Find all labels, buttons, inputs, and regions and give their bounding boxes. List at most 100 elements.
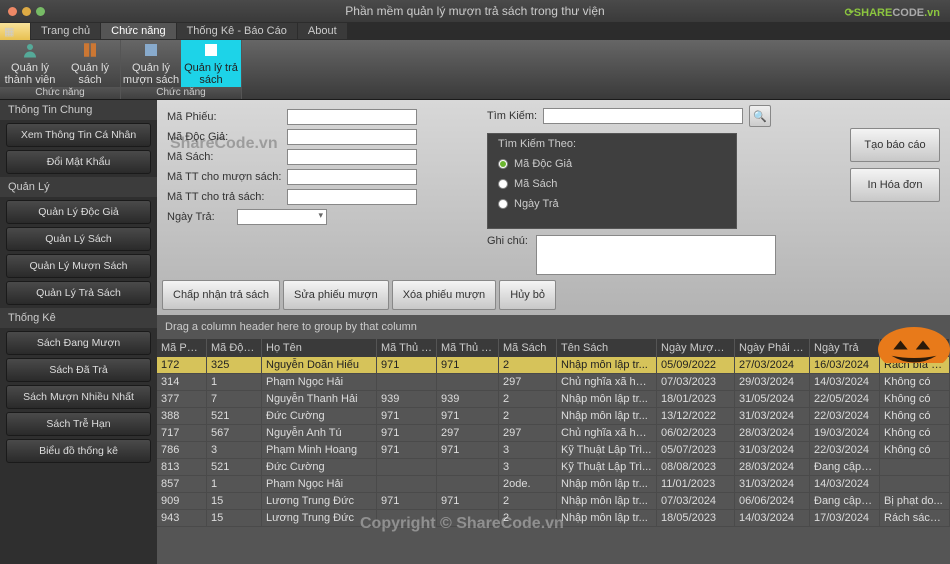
radio-ngay-tra[interactable]: Ngày Trả (498, 198, 726, 210)
grid-col-8[interactable]: Ngày Phải Trả (735, 339, 810, 357)
table-cell: 314 (157, 374, 207, 390)
sidebar-doi-mat-khau[interactable]: Đổi Mật Khẩu (6, 150, 151, 174)
input-ma-phieu[interactable] (287, 109, 417, 125)
table-cell: Nhập môn lập tr... (557, 476, 657, 492)
table-cell (377, 476, 437, 492)
grid-col-4[interactable]: Mã Thủ Th... (437, 339, 499, 357)
table-cell: 2 (499, 408, 557, 424)
tab-trang-chu[interactable]: Trang chủ (31, 23, 100, 39)
table-cell: 05/07/2023 (657, 442, 735, 458)
btn-tao-bao-cao[interactable]: Tạo báo cáo (850, 128, 940, 162)
table-cell: 31/03/2024 (735, 476, 810, 492)
btn-in-hoa-don[interactable]: In Hóa đơn (850, 168, 940, 202)
table-cell: 971 (437, 357, 499, 373)
table-row[interactable]: 388521Đức Cường9719712Nhập môn lập tr...… (157, 408, 950, 425)
label-ghi-chu: Ghi chú: (487, 235, 528, 275)
input-ma-doc-gia[interactable] (287, 129, 417, 145)
sidebar-sach-muon-nhieu[interactable]: Sách Mượn Nhiều Nhất (6, 385, 151, 409)
table-row[interactable]: 90915Lương Trung Đức9719712Nhập môn lập … (157, 493, 950, 510)
table-cell: 2 (499, 493, 557, 509)
tab-thong-ke[interactable]: Thống Kê - Báo Cáo (177, 23, 297, 39)
table-cell: 325 (207, 357, 262, 373)
table-row[interactable]: 172325Nguyễn Doãn Hiếu9719712Nhập môn lậ… (157, 357, 950, 374)
sidebar-head-thongke: Thống Kê (0, 308, 157, 328)
table-cell: Đức Cường (262, 408, 377, 424)
sidebar-ql-muon-sach[interactable]: Quản Lý Mượn Sách (6, 254, 151, 278)
grid-col-7[interactable]: Ngày Mượn Sách (657, 339, 735, 357)
table-row[interactable]: 8571Phạm Ngọc Hải2ode.Nhập môn lập tr...… (157, 476, 950, 493)
input-ngay-tra[interactable] (237, 209, 327, 225)
table-cell: 7 (207, 391, 262, 407)
table-cell (437, 459, 499, 475)
ribbon-quan-ly-tra-sach[interactable]: Quản lý trả sách (181, 40, 241, 87)
sidebar-sach-da-tra[interactable]: Sách Đã Trả (6, 358, 151, 382)
table-cell: Nhập môn lập tr... (557, 510, 657, 526)
table-cell: 29/03/2024 (735, 374, 810, 390)
input-tim-kiem[interactable] (543, 108, 743, 124)
input-ma-tt-tra[interactable] (287, 189, 417, 205)
sidebar-ql-doc-gia[interactable]: Quản Lý Độc Giả (6, 200, 151, 224)
table-row[interactable]: 94315Lương Trung Đức2Nhập môn lập tr...1… (157, 510, 950, 527)
table-cell: 14/03/2024 (735, 510, 810, 526)
tab-chuc-nang[interactable]: Chức năng (101, 23, 175, 39)
table-cell: 13/12/2022 (657, 408, 735, 424)
table-cell: Kỹ Thuật Lập Trì... (557, 442, 657, 458)
table-row[interactable]: 813521Đức Cường3Kỹ Thuật Lập Trì...08/08… (157, 459, 950, 476)
sidebar-ql-tra-sach[interactable]: Quản Lý Trả Sách (6, 281, 151, 305)
radio-ma-sach[interactable]: Mã Sách (498, 178, 726, 190)
table-cell: 567 (207, 425, 262, 441)
ribbon-quan-ly-thanh-vien[interactable]: Quản lý thành viên (0, 40, 60, 87)
label-ma-phieu: Mã Phiếu: (167, 111, 287, 123)
grid-col-3[interactable]: Mã Thủ Th... (377, 339, 437, 357)
grid-col-0[interactable]: Mã Phiếu (157, 339, 207, 357)
table-cell: 3 (499, 459, 557, 475)
table-cell: Nguyễn Thanh Hải (262, 391, 377, 407)
table-cell: 377 (157, 391, 207, 407)
ribbon-quan-ly-sach[interactable]: Quản lý sách (60, 40, 120, 87)
table-cell: Chủ nghĩa xã hội... (557, 425, 657, 441)
sidebar-ql-sach[interactable]: Quản Lý Sách (6, 227, 151, 251)
table-cell: 17/03/2024 (810, 510, 880, 526)
sidebar-sach-tre-han[interactable]: Sách Trễ Hạn (6, 412, 151, 436)
table-cell: 971 (437, 493, 499, 509)
table-row[interactable]: 3777Nguyễn Thanh Hải9399392Nhập môn lập … (157, 391, 950, 408)
btn-xoa-phieu[interactable]: Xóa phiếu mượn (392, 280, 496, 310)
data-grid[interactable]: Drag a column header here to group by th… (157, 315, 950, 564)
ribbon-quan-ly-muon-sach[interactable]: Quản lý mượn sách (121, 40, 181, 87)
radio-ma-doc-gia[interactable]: Mã Độc Giả (498, 158, 726, 170)
label-ma-sach: Mã Sách: (167, 151, 287, 163)
table-cell: 15 (207, 510, 262, 526)
table-cell: 388 (157, 408, 207, 424)
table-row[interactable]: 7863Phạm Minh Hoang9719713Kỹ Thuật Lập T… (157, 442, 950, 459)
table-row[interactable]: 3141Phạm Ngọc Hải297Chủ nghĩa xã hội...0… (157, 374, 950, 391)
sidebar-sach-dang-muon[interactable]: Sách Đang Mượn (6, 331, 151, 355)
tab-home-icon[interactable]: ▦ (0, 23, 30, 40)
input-ma-sach[interactable] (287, 149, 417, 165)
btn-sua-phieu[interactable]: Sửa phiếu mượn (283, 280, 389, 310)
table-cell: 297 (499, 425, 557, 441)
table-cell (377, 374, 437, 390)
search-button[interactable]: 🔍 (749, 105, 771, 127)
grid-col-1[interactable]: Mã Độc... (207, 339, 262, 357)
input-ma-tt-muon[interactable] (287, 169, 417, 185)
table-cell: 18/01/2023 (657, 391, 735, 407)
grid-col-2[interactable]: Họ Tên (262, 339, 377, 357)
return-icon (202, 41, 220, 59)
btn-chap-nhan-tra[interactable]: Chấp nhận trả sách (162, 280, 280, 310)
sidebar-xem-thong-tin[interactable]: Xem Thông Tin Cá Nhân (6, 123, 151, 147)
grid-group-hint[interactable]: Drag a column header here to group by th… (157, 315, 950, 339)
table-cell: 971 (377, 425, 437, 441)
ribbon-group-label-1: Chức năng (0, 87, 120, 99)
table-cell: Đức Cường (262, 459, 377, 475)
textarea-ghi-chu[interactable] (536, 235, 776, 275)
grid-col-5[interactable]: Mã Sách (499, 339, 557, 357)
table-cell: 1 (207, 476, 262, 492)
tab-about[interactable]: About (298, 23, 347, 39)
table-cell: 18/05/2023 (657, 510, 735, 526)
label-ma-doc-gia: Mã Độc Giả: (167, 131, 287, 143)
table-row[interactable]: 717567Nguyễn Anh Tú971297297Chủ nghĩa xã… (157, 425, 950, 442)
sidebar-bieu-do[interactable]: Biểu đồ thống kê (6, 439, 151, 463)
grid-col-6[interactable]: Tên Sách (557, 339, 657, 357)
table-cell: 909 (157, 493, 207, 509)
btn-huy-bo[interactable]: Hủy bỏ (499, 280, 556, 310)
